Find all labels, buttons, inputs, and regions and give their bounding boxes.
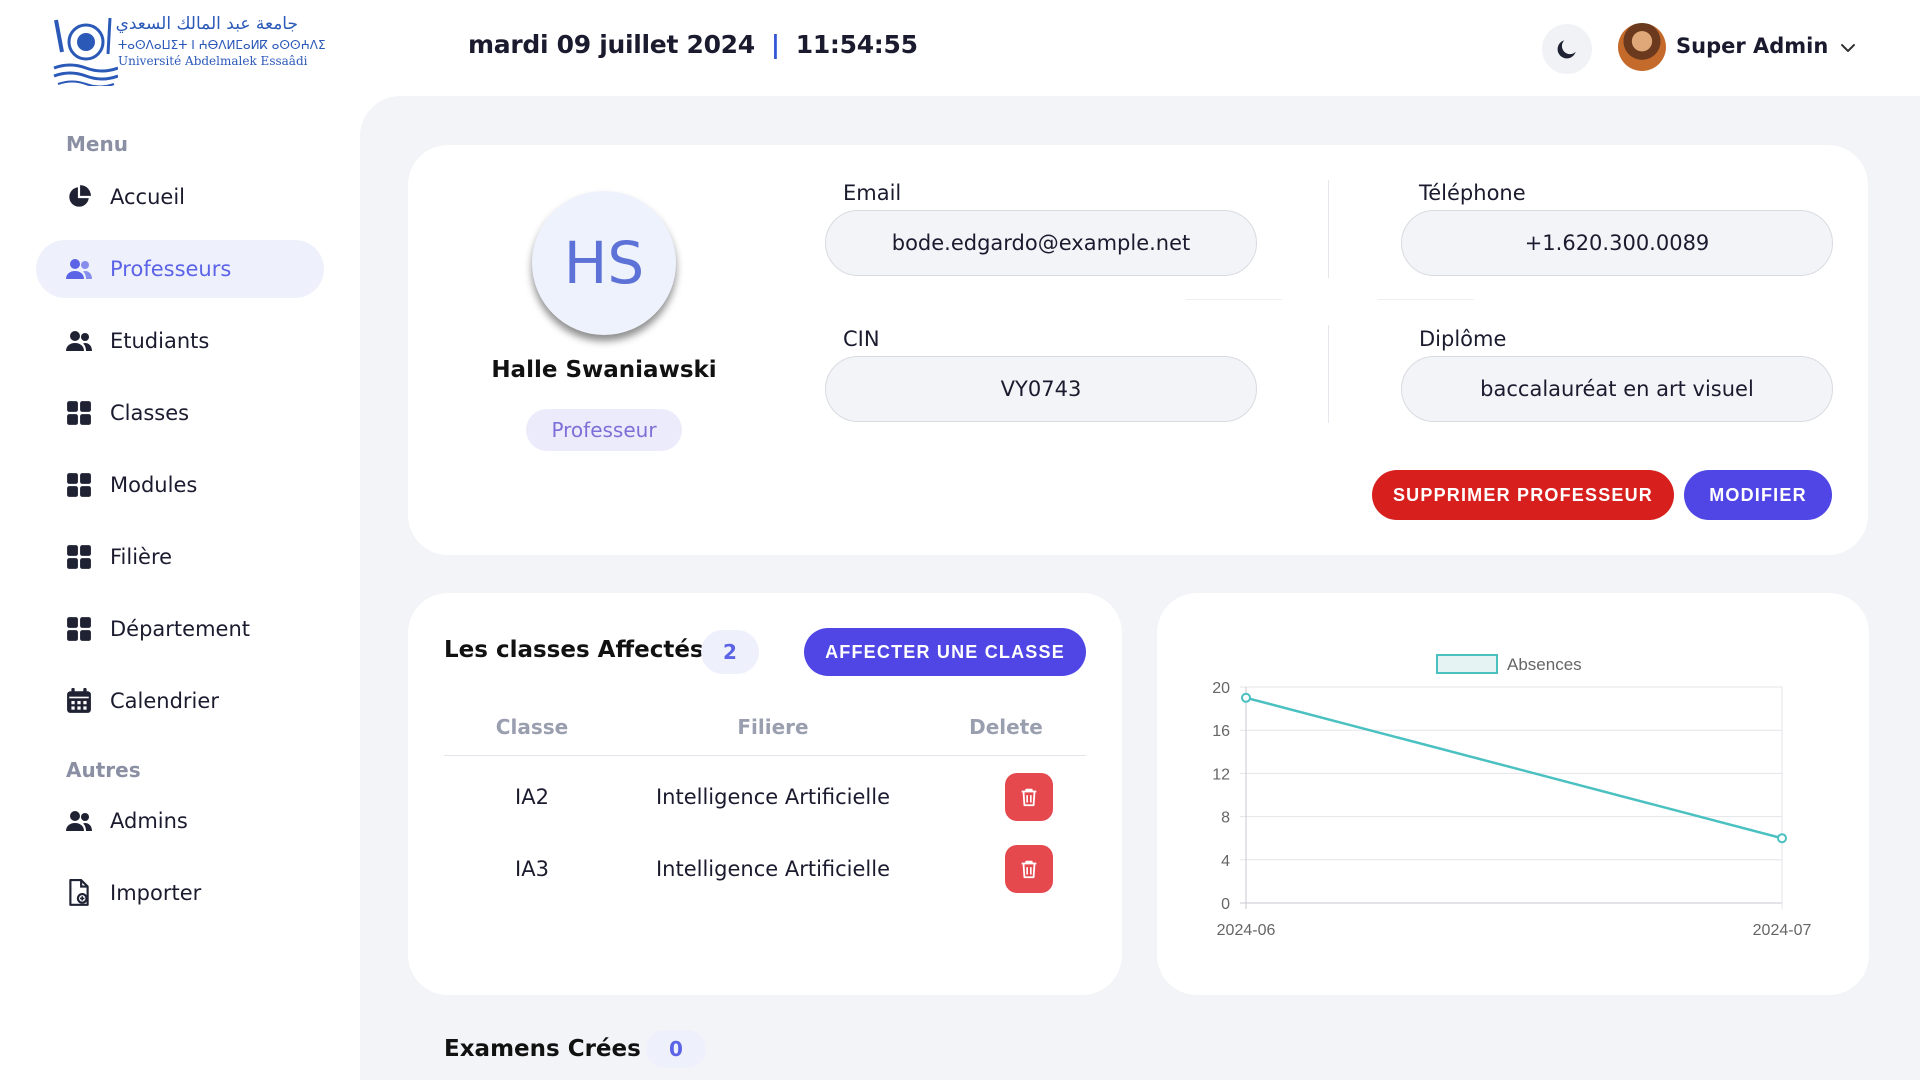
sidebar: Menu Accueil Professeurs Etudiants Class… [0, 96, 360, 1080]
sidebar-item-label: Modules [110, 473, 198, 497]
cell-filiere: Intelligence Artificielle [655, 785, 891, 809]
cell-filiere: Intelligence Artificielle [655, 857, 891, 881]
field-divider [1328, 180, 1329, 278]
moon-icon [1557, 40, 1576, 59]
sidebar-item-modules[interactable]: Modules [36, 456, 324, 514]
cell-classe: IA2 [515, 785, 549, 809]
date-time-separator: | [770, 30, 780, 59]
logo-latin-text: Université Abdelmalek Essaâdi [118, 54, 308, 68]
sidebar-item-label: Calendrier [110, 689, 219, 713]
table-header-divider [444, 755, 1086, 756]
sidebar-item-filiere[interactable]: Filière [36, 528, 324, 586]
date-time-display: mardi 09 juillet 2024 | 11:54:55 [468, 30, 918, 59]
sidebar-item-label: Professeurs [110, 257, 232, 281]
assign-class-button[interactable]: AFFECTER UNE CLASSE [804, 628, 1086, 676]
data-point [1241, 692, 1251, 703]
exams-section-title: Examens Crées [444, 1036, 641, 1062]
sidebar-item-admins[interactable]: Admins [36, 792, 324, 850]
data-point [1777, 833, 1787, 844]
sidebar-item-label: Admins [110, 809, 188, 833]
grid-icon [64, 542, 94, 572]
y-tick-label: 4 [1221, 853, 1230, 870]
logo-tifinagh-text: ⵜⴰⵙⴷⴰⵡⵉⵜ ⵏ ⵄⴱⴷⵍⵎⴰⵍⴽ ⴰⵙⵙⵄⴷⵉ [118, 38, 326, 52]
field-divider [1186, 299, 1282, 300]
delete-professor-button[interactable]: SUPPRIMER PROFESSEUR [1372, 470, 1674, 520]
sidebar-item-importer[interactable]: Importer [36, 864, 324, 922]
legend-label: Absences [1507, 655, 1582, 674]
absences-line-chart: 0 4 8 12 16 20 2024-06 2024-07 Absences [1212, 654, 1812, 939]
classes-section-title: Les classes Affectés [444, 637, 704, 663]
delete-class-button[interactable] [1005, 773, 1053, 821]
column-header-delete[interactable]: Delete [926, 715, 1086, 739]
sidebar-item-classes[interactable]: Classes [36, 384, 324, 442]
delete-class-button[interactable] [1005, 845, 1053, 893]
y-tick-label: 16 [1212, 723, 1230, 740]
edit-professor-button[interactable]: MODIFIER [1684, 470, 1832, 520]
current-time: 11:54:55 [795, 30, 918, 59]
cin-field: VY0743 [825, 356, 1257, 422]
grid-icon [64, 398, 94, 428]
sidebar-item-label: Accueil [110, 185, 185, 209]
top-bar: جامعة عبد المالك السعدي ⵜⴰⵙⴷⴰⵡⵉⵜ ⵏ ⵄⴱⴷⵍⵎ… [0, 0, 1920, 96]
exams-count-badge: 0 [646, 1030, 706, 1068]
users-icon [64, 254, 94, 284]
sidebar-item-label: Classes [110, 401, 190, 425]
phone-label: Téléphone [1419, 181, 1526, 205]
sidebar-item-label: Etudiants [110, 329, 210, 353]
cin-label: CIN [843, 327, 880, 351]
x-tick-label: 2024-06 [1217, 922, 1276, 939]
field-divider [1378, 299, 1474, 300]
cell-classe: IA3 [515, 857, 549, 881]
legend-swatch [1436, 654, 1498, 674]
dark-mode-toggle[interactable] [1542, 24, 1592, 74]
diploma-label: Diplôme [1419, 327, 1507, 351]
trash-icon [1021, 860, 1037, 879]
classes-count-badge: 2 [701, 630, 759, 674]
professor-initials-avatar: HS [532, 191, 676, 335]
role-badge: Professeur [526, 409, 682, 451]
calendar-icon [64, 686, 94, 716]
sidebar-item-accueil[interactable]: Accueil [36, 168, 324, 226]
absences-chart-card: 0 4 8 12 16 20 2024-06 2024-07 Absences [1157, 593, 1869, 995]
field-divider [1328, 325, 1329, 423]
grid-icon [64, 614, 94, 644]
current-date: mardi 09 juillet 2024 [468, 30, 755, 59]
trash-icon [1021, 788, 1037, 807]
phone-field: +1.620.300.0089 [1401, 210, 1833, 276]
menu-heading: Menu [66, 132, 128, 156]
chevron-down-icon[interactable] [1838, 38, 1858, 58]
sidebar-item-label: Filière [110, 545, 173, 569]
users-icon [64, 806, 94, 836]
logo-emblem-icon [53, 17, 119, 88]
grid-icon [64, 470, 94, 500]
series-line-absences [1245, 696, 1783, 840]
avatar[interactable] [1618, 23, 1666, 71]
y-tick-label: 12 [1212, 766, 1230, 783]
sidebar-item-etudiants[interactable]: Etudiants [36, 312, 324, 370]
sidebar-item-label: Importer [110, 881, 202, 905]
logo-arabic-text: جامعة عبد المالك السعدي [115, 14, 298, 34]
email-label: Email [843, 181, 902, 205]
sidebar-item-departement[interactable]: Département [36, 600, 324, 658]
diploma-field: baccalauréat en art visuel [1401, 356, 1833, 422]
column-header-filiere[interactable]: Filiere [620, 715, 926, 739]
y-tick-label: 0 [1221, 896, 1230, 913]
user-name[interactable]: Super Admin [1676, 34, 1828, 58]
file-import-icon [64, 878, 94, 908]
x-tick-label: 2024-07 [1753, 922, 1812, 939]
sidebar-item-label: Département [110, 617, 250, 641]
users-icon [64, 326, 94, 356]
sidebar-item-calendrier[interactable]: Calendrier [36, 672, 324, 730]
professor-profile-card: HS Halle Swaniawski Professeur Email bod… [408, 145, 1868, 555]
y-tick-label: 20 [1212, 680, 1230, 697]
pie-chart-icon [64, 182, 94, 212]
y-tick-label: 8 [1221, 810, 1230, 827]
column-header-classe[interactable]: Classe [444, 715, 620, 739]
assigned-classes-card: Les classes Affectés 2 AFFECTER UNE CLAS… [408, 593, 1122, 995]
other-heading: Autres [66, 758, 141, 782]
sidebar-item-professeurs[interactable]: Professeurs [36, 240, 324, 298]
university-logo[interactable]: جامعة عبد المالك السعدي ⵜⴰⵙⴷⴰⵡⵉⵜ ⵏ ⵄⴱⴷⵍⵎ… [52, 12, 326, 88]
professor-name: Halle Swaniawski [491, 357, 717, 383]
email-field: bode.edgardo@example.net [825, 210, 1257, 276]
